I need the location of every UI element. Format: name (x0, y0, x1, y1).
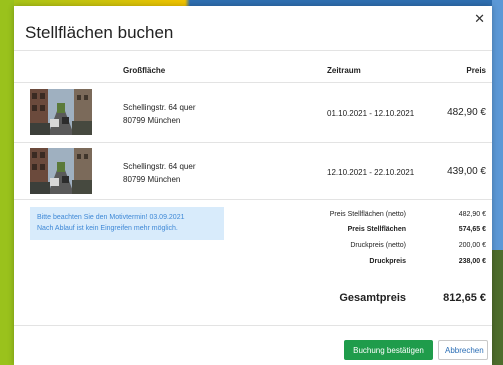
confirm-booking-button[interactable]: Buchung bestätigen (344, 340, 433, 360)
modal-title: Stellflächen buchen (25, 23, 174, 42)
column-header-area: Großfläche (123, 66, 166, 75)
motif-deadline-notice: Bitte beachten Sie den Motivtermin! 03.0… (30, 207, 224, 240)
column-header-period: Zeitraum (327, 66, 361, 75)
address-city: 80799 München (123, 116, 181, 125)
summary-label: Preis Stellflächen (347, 226, 406, 233)
notice-line-1: Bitte beachten Sie den Motivtermin! 03.0… (37, 214, 185, 221)
table-row: Schellingstr. 64 quer 80799 München 01.1… (14, 84, 492, 140)
background-right-panel (492, 0, 503, 365)
notice-line-2: Nach Ablauf ist kein Eingreifen mehr mög… (37, 225, 178, 232)
row-price: 482,90 € (447, 107, 486, 118)
address-street: Schellingstr. 64 quer (123, 103, 196, 112)
row-price: 439,00 € (447, 166, 486, 177)
address-city: 80799 München (123, 175, 181, 184)
summary-label: Druckpreis (netto) (350, 242, 406, 249)
summary-value: 574,65 € (458, 226, 486, 233)
background-left-panel (0, 0, 14, 365)
booking-modal: Stellflächen buchen ✕ Großfläche Zeitrau… (14, 6, 492, 365)
table-row: Schellingstr. 64 quer 80799 München 12.1… (14, 143, 492, 199)
header-divider (14, 50, 492, 51)
street-photo (30, 148, 92, 194)
summary-value: 482,90 € (458, 211, 486, 218)
cancel-button[interactable]: Abbrechen (438, 340, 488, 360)
address-street: Schellingstr. 64 quer (123, 162, 196, 171)
street-photo (30, 89, 92, 135)
row-period: 12.10.2021 - 22.10.2021 (327, 168, 415, 177)
table-header-divider (14, 82, 492, 83)
summary-label: Preis Stellflächen (netto) (329, 211, 406, 218)
summary-value: 200,00 € (458, 242, 486, 249)
total-label: Gesamtpreis (339, 292, 406, 304)
row-period: 01.10.2021 - 12.10.2021 (327, 109, 415, 118)
total-value: 812,65 € (443, 292, 486, 304)
summary-label: Druckpreis (369, 258, 406, 265)
row-divider (14, 199, 492, 200)
close-icon[interactable]: ✕ (474, 12, 485, 26)
footer-divider (14, 325, 492, 326)
row-address: Schellingstr. 64 quer 80799 München (123, 101, 196, 127)
column-header-price: Preis (466, 66, 486, 75)
summary-value: 238,00 € (458, 258, 486, 265)
row-address: Schellingstr. 64 quer 80799 München (123, 160, 196, 186)
